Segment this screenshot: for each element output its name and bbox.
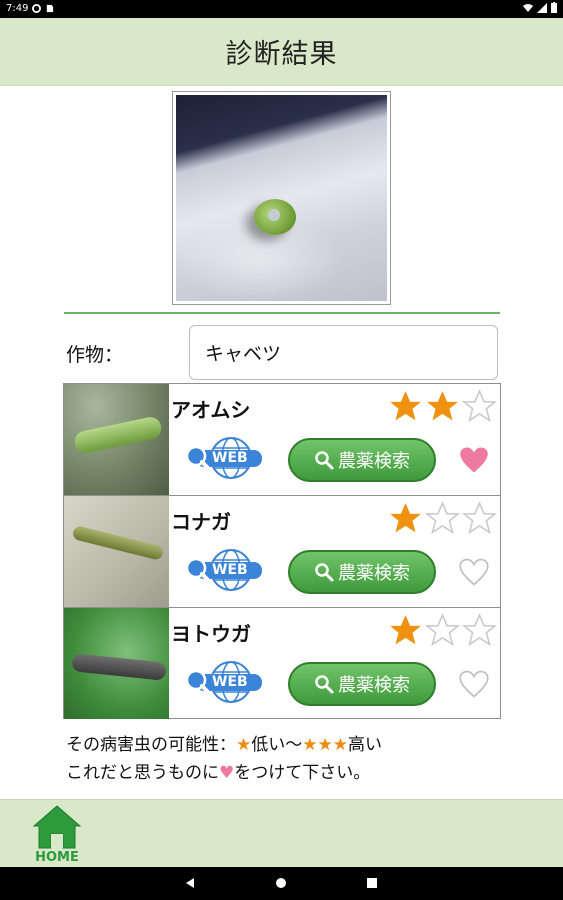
note-text: これだと思うものに bbox=[66, 763, 219, 783]
bottom-bar: HOME bbox=[0, 799, 563, 867]
star-outline-icon bbox=[424, 613, 461, 647]
pest-thumbnail bbox=[64, 608, 169, 719]
result-list: アオムシ WEB 農薬検索 コナガ WEB 農薬検索 ヨトウガ WEB 農薬検索 bbox=[63, 383, 501, 719]
star-filled-icon bbox=[390, 615, 421, 645]
result-row: コナガ WEB 農薬検索 bbox=[64, 496, 500, 608]
search-icon bbox=[315, 675, 334, 694]
likelihood-rating bbox=[387, 612, 498, 649]
note-text: をつけて下さい。 bbox=[234, 763, 371, 783]
pesticide-search-button[interactable]: 農薬検索 bbox=[288, 550, 436, 594]
star-high-icon: ★★★ bbox=[302, 735, 348, 755]
pesticide-button-label: 農薬検索 bbox=[338, 675, 410, 696]
caterpillar-image bbox=[254, 199, 296, 235]
pest-name: コナガ bbox=[171, 510, 231, 534]
star-low-icon: ★ bbox=[236, 735, 252, 755]
web-search-button[interactable]: WEB bbox=[182, 436, 264, 480]
favorite-note: これだと思うものに♥をつけて下さい。 bbox=[66, 758, 370, 783]
back-icon[interactable] bbox=[184, 877, 196, 889]
note-text: 高い bbox=[347, 735, 382, 755]
pesticide-button-label: 農薬検索 bbox=[338, 451, 410, 472]
result-row: アオムシ WEB 農薬検索 bbox=[64, 384, 500, 496]
diagnosis-photo bbox=[172, 91, 391, 305]
home-nav-icon[interactable] bbox=[275, 877, 287, 889]
favorite-heart-outline-icon[interactable] bbox=[459, 670, 489, 698]
likelihood-rating bbox=[387, 388, 498, 425]
result-row: ヨトウガ WEB 農薬検索 bbox=[64, 608, 500, 720]
battery-icon bbox=[551, 2, 557, 13]
crop-field[interactable]: キャベツ bbox=[189, 325, 498, 380]
pest-thumbnail bbox=[64, 496, 169, 607]
divider bbox=[64, 312, 500, 314]
web-button-label: WEB bbox=[212, 674, 248, 690]
pesticide-search-button[interactable]: 農薬検索 bbox=[288, 662, 436, 706]
pesticide-button-label: 農薬検索 bbox=[338, 563, 410, 584]
web-button-label: WEB bbox=[212, 450, 248, 466]
pest-name: アオムシ bbox=[171, 398, 251, 422]
app-screen: 7:49 診断結果 作物： キャベツ アオムシ WEB 農薬検索 コナガ WEB… bbox=[0, 0, 563, 900]
signal-icon bbox=[537, 2, 547, 13]
note-text: その病害虫の可能性： bbox=[66, 735, 236, 755]
star-filled-icon bbox=[390, 503, 421, 533]
pesticide-search-button[interactable]: 農薬検索 bbox=[288, 438, 436, 482]
recents-icon[interactable] bbox=[366, 877, 378, 889]
search-icon bbox=[315, 451, 334, 470]
star-outline-icon bbox=[461, 501, 498, 535]
web-search-button[interactable]: WEB bbox=[182, 660, 264, 704]
web-button-label: WEB bbox=[212, 562, 248, 578]
star-filled-icon bbox=[390, 391, 421, 421]
diagnosis-image bbox=[176, 95, 387, 301]
status-bar: 7:49 bbox=[0, 0, 563, 18]
search-icon bbox=[315, 563, 334, 582]
page-title: 診断結果 bbox=[225, 39, 338, 70]
crop-value: キャベツ bbox=[205, 343, 282, 365]
star-outline-icon bbox=[461, 613, 498, 647]
star-outline-icon bbox=[424, 501, 461, 535]
note-text: 低い〜 bbox=[251, 735, 303, 755]
status-time: 7:49 bbox=[6, 3, 29, 14]
star-filled-icon bbox=[427, 391, 458, 421]
home-button[interactable]: HOME bbox=[31, 804, 83, 866]
crop-label: 作物： bbox=[66, 344, 124, 366]
title-bar: 診断結果 bbox=[0, 18, 563, 86]
heart-icon: ♥ bbox=[219, 763, 235, 783]
sd-card-icon bbox=[46, 4, 54, 13]
pest-thumbnail bbox=[64, 384, 169, 495]
sync-icon bbox=[32, 4, 41, 13]
wifi-icon bbox=[523, 3, 533, 12]
pest-name: ヨトウガ bbox=[171, 622, 251, 646]
star-outline-icon bbox=[461, 389, 498, 423]
likelihood-note: その病害虫の可能性：★低い〜★★★高い bbox=[66, 730, 382, 755]
home-icon bbox=[32, 805, 82, 849]
likelihood-rating bbox=[387, 500, 498, 537]
home-label: HOME bbox=[35, 850, 79, 865]
favorite-heart-outline-icon[interactable] bbox=[459, 558, 489, 586]
system-nav-bar bbox=[0, 867, 563, 900]
favorite-heart-icon[interactable] bbox=[459, 446, 489, 474]
web-search-button[interactable]: WEB bbox=[182, 548, 264, 592]
